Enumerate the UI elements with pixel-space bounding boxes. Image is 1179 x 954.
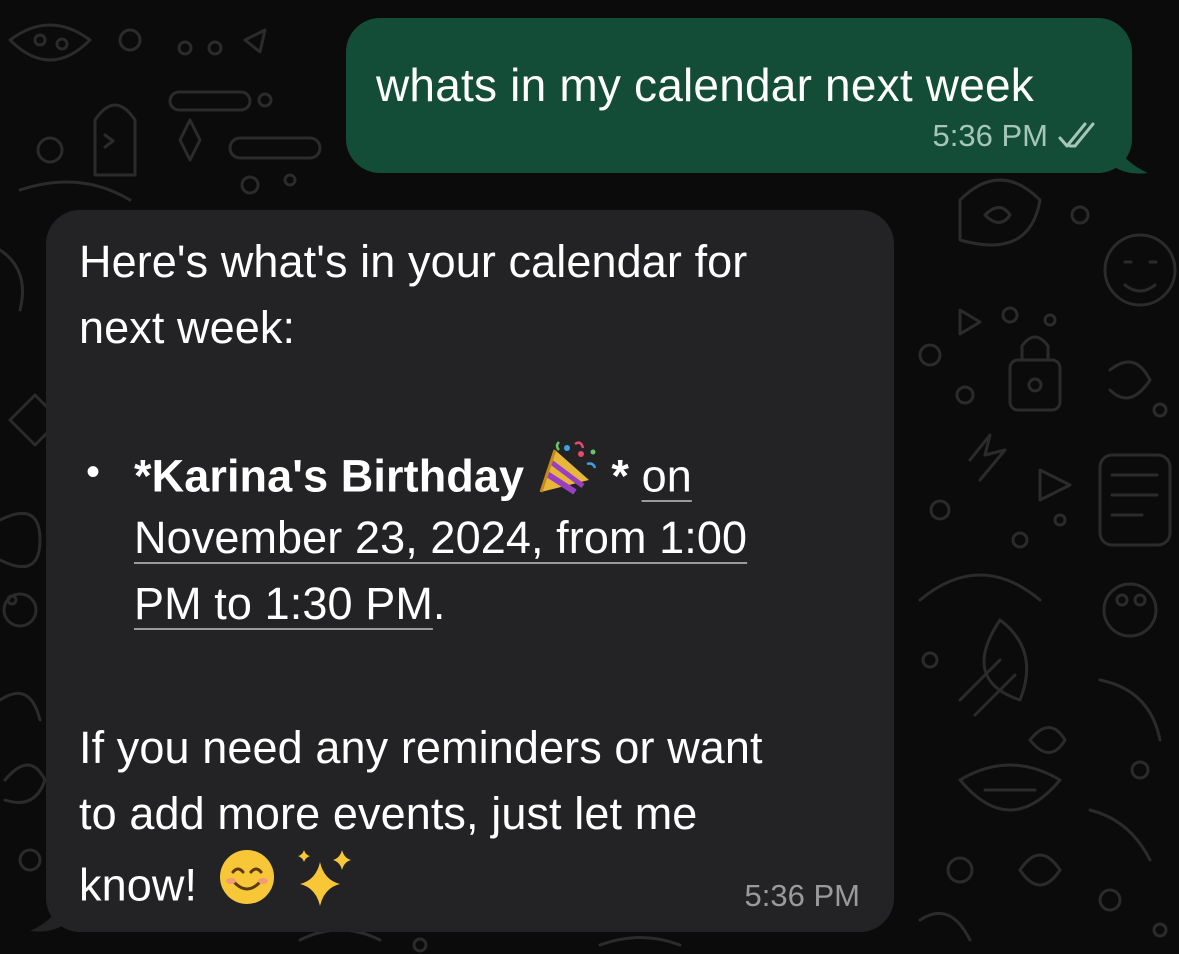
incoming-message-time: 5:36 PM bbox=[744, 878, 860, 913]
event-name-close: * bbox=[611, 450, 629, 502]
outgoing-message-meta: 5:36 PM bbox=[933, 118, 1102, 154]
outgoing-message-text: whats in my calendar next week bbox=[376, 59, 1034, 111]
event-line-3: PM to 1:30 PM. bbox=[134, 578, 446, 630]
sparkles-icon bbox=[294, 848, 354, 917]
event-date-link-part-1[interactable]: on bbox=[642, 450, 692, 501]
incoming-message-bubble[interactable]: Here's what's in your calendar for next … bbox=[46, 210, 894, 932]
event-date-link-part-3[interactable]: PM to 1:30 PM bbox=[134, 578, 433, 629]
outro-line-3: know! bbox=[79, 850, 354, 923]
outro-line-3-text: know! bbox=[79, 859, 198, 911]
party-popper-icon bbox=[537, 440, 599, 507]
intro-line-2: next week: bbox=[79, 302, 296, 353]
list-bullet: • bbox=[86, 450, 101, 494]
event-line-1: *Karina's Birthday * on bbox=[134, 441, 692, 513]
smiling-face-icon bbox=[218, 848, 276, 917]
event-name: *Karina's Birthday bbox=[134, 450, 525, 502]
outro-line-2: to add more events, just let me bbox=[79, 788, 698, 839]
event-line-2: November 23, 2024, from 1:00 bbox=[134, 512, 747, 564]
outgoing-message-time: 5:36 PM bbox=[932, 118, 1048, 153]
double-check-icon bbox=[1058, 122, 1095, 148]
outro-line-1: If you need any reminders or want bbox=[79, 722, 763, 773]
intro-line-1: Here's what's in your calendar for bbox=[79, 236, 748, 287]
outgoing-message-bubble[interactable]: whats in my calendar next week 5:36 PM bbox=[346, 18, 1132, 173]
event-date-link-part-2[interactable]: November 23, 2024, from 1:00 bbox=[134, 512, 747, 563]
event-period: . bbox=[432, 578, 446, 629]
